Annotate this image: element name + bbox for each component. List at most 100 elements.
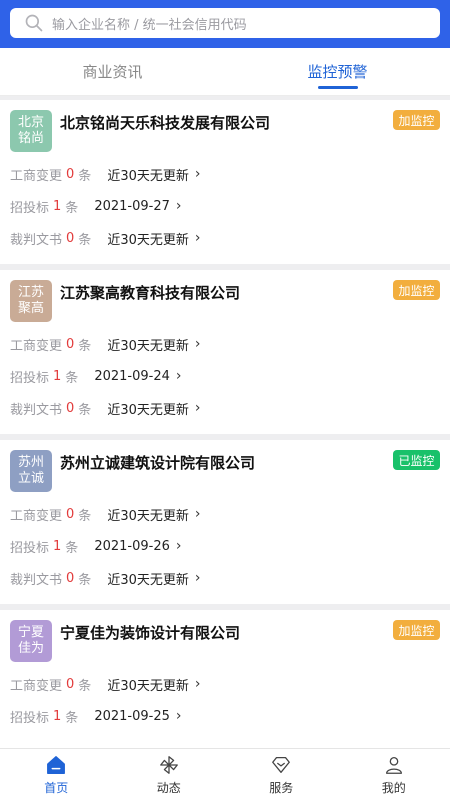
info-row-bidding[interactable]: 招投标 1 条 2021-09-24 ›	[10, 360, 440, 392]
chevron-right-icon: ›	[175, 708, 182, 724]
row-info: 近30天无更新	[107, 338, 189, 354]
top-bar: 输入企业名称 / 统一社会信用代码	[0, 0, 450, 48]
nav-feed[interactable]: 动态	[113, 749, 226, 800]
row-label: 工商变更	[10, 338, 63, 354]
row-info: 2021-09-26	[94, 538, 170, 554]
tab-monitoring[interactable]: 监控预警	[225, 48, 450, 95]
nav-mine[interactable]: 我的	[338, 749, 450, 800]
row-unit: 条	[78, 508, 92, 524]
row-unit: 条	[78, 232, 92, 248]
user-icon	[385, 756, 402, 774]
row-unit: 条	[65, 200, 79, 216]
nav-label: 服务	[269, 780, 294, 795]
row-unit: 条	[78, 168, 92, 184]
search-icon	[25, 14, 43, 32]
company-card[interactable]: 苏州立诚 苏州立诚建筑设计院有限公司 已监控 工商变更 0 条 近30天无更新 …	[0, 440, 450, 604]
company-logo: 江苏聚高	[10, 280, 52, 322]
chevron-right-icon: ›	[194, 570, 201, 586]
nav-label: 首页	[44, 780, 69, 795]
row-info: 近30天无更新	[107, 572, 189, 588]
company-logo: 北京铭尚	[10, 110, 52, 152]
info-row-business-change[interactable]: 工商变更 0 条 近30天无更新 ›	[10, 668, 440, 700]
company-name[interactable]: 苏州立诚建筑设计院有限公司	[60, 452, 255, 473]
row-count: 0	[66, 336, 75, 352]
row-count: 0	[66, 506, 75, 522]
info-row-bidding[interactable]: 招投标 1 条 2021-09-27 ›	[10, 190, 440, 222]
home-icon	[47, 755, 66, 774]
info-row-judgments[interactable]: 裁判文书 0 条 近30天无更新 ›	[10, 562, 440, 594]
info-row-business-change[interactable]: 工商变更 0 条 近30天无更新 ›	[10, 498, 440, 530]
nav-service[interactable]: 服务	[225, 749, 338, 800]
info-row-business-change[interactable]: 工商变更 0 条 近30天无更新 ›	[10, 158, 440, 190]
row-label: 工商变更	[10, 168, 63, 184]
row-info: 近30天无更新	[107, 168, 189, 184]
tab-bar: 商业资讯 监控预警	[0, 48, 450, 96]
company-name[interactable]: 江苏聚高教育科技有限公司	[60, 282, 240, 303]
diamond-icon	[272, 756, 291, 773]
company-card[interactable]: 北京铭尚 北京铭尚天乐科技发展有限公司 加监控 工商变更 0 条 近30天无更新…	[0, 100, 450, 264]
row-info: 近30天无更新	[107, 508, 189, 524]
company-name[interactable]: 北京铭尚天乐科技发展有限公司	[60, 112, 270, 133]
row-count: 0	[66, 166, 75, 182]
row-count: 0	[66, 676, 75, 692]
chevron-right-icon: ›	[194, 676, 201, 692]
company-card[interactable]: 江苏聚高 江苏聚高教育科技有限公司 加监控 工商变更 0 条 近30天无更新 ›…	[0, 270, 450, 434]
chevron-right-icon: ›	[194, 336, 201, 352]
row-label: 招投标	[10, 200, 50, 216]
row-count: 0	[66, 570, 75, 586]
search-input[interactable]: 输入企业名称 / 统一社会信用代码	[52, 14, 247, 33]
row-count: 1	[53, 708, 62, 724]
monitor-badge-button[interactable]: 加监控	[393, 280, 440, 300]
chevron-right-icon: ›	[194, 400, 201, 416]
chevron-right-icon: ›	[175, 368, 182, 384]
company-logo: 苏州立诚	[10, 450, 52, 492]
monitor-badge-button[interactable]: 已监控	[393, 450, 440, 470]
chevron-right-icon: ›	[194, 166, 201, 182]
chevron-right-icon: ›	[194, 506, 201, 522]
row-count: 1	[53, 368, 62, 384]
company-card[interactable]: 宁夏佳为 宁夏佳为装饰设计有限公司 加监控 工商变更 0 条 近30天无更新 ›…	[0, 610, 450, 748]
info-row-bidding[interactable]: 招投标 1 条 2021-09-25 ›	[10, 700, 440, 732]
row-unit: 条	[65, 370, 79, 386]
row-count: 0	[66, 230, 75, 246]
row-info: 2021-09-25	[94, 708, 170, 724]
info-row-judgments[interactable]: 裁判文书 0 条 近30天无更新 ›	[10, 222, 440, 254]
row-unit: 条	[78, 338, 92, 354]
monitor-badge-button[interactable]: 加监控	[393, 110, 440, 130]
nav-home[interactable]: 首页	[0, 749, 113, 800]
row-info: 近30天无更新	[107, 232, 189, 248]
chevron-right-icon: ›	[175, 538, 182, 554]
info-row-judgments[interactable]: 裁判文书 0 条 近30天无更新 ›	[10, 392, 440, 424]
row-unit: 条	[65, 540, 79, 556]
row-label: 工商变更	[10, 508, 63, 524]
nav-label: 我的	[381, 780, 406, 795]
tab-label: 商业资讯	[82, 63, 143, 81]
company-logo: 宁夏佳为	[10, 620, 52, 662]
row-label: 招投标	[10, 540, 50, 556]
company-name[interactable]: 宁夏佳为装饰设计有限公司	[60, 622, 240, 643]
monitor-badge-button[interactable]: 加监控	[393, 620, 440, 640]
row-info: 近30天无更新	[107, 402, 189, 418]
row-unit: 条	[65, 710, 79, 726]
info-row-bidding[interactable]: 招投标 1 条 2021-09-26 ›	[10, 530, 440, 562]
row-unit: 条	[78, 678, 92, 694]
row-label: 招投标	[10, 370, 50, 386]
row-info: 近30天无更新	[107, 678, 189, 694]
row-info: 2021-09-27	[94, 198, 170, 214]
bottom-nav: 首页 动态 服务 我的	[0, 748, 450, 800]
tab-business-news[interactable]: 商业资讯	[0, 48, 225, 95]
company-list: 北京铭尚 北京铭尚天乐科技发展有限公司 加监控 工商变更 0 条 近30天无更新…	[0, 96, 450, 748]
row-label: 裁判文书	[10, 402, 63, 418]
row-unit: 条	[78, 402, 92, 418]
row-label: 裁判文书	[10, 232, 63, 248]
pinwheel-icon	[159, 755, 178, 774]
info-row-business-change[interactable]: 工商变更 0 条 近30天无更新 ›	[10, 328, 440, 360]
row-count: 0	[66, 400, 75, 416]
row-label: 裁判文书	[10, 572, 63, 588]
row-info: 2021-09-24	[94, 368, 170, 384]
row-count: 1	[53, 198, 62, 214]
row-count: 1	[53, 538, 62, 554]
search-bar[interactable]: 输入企业名称 / 统一社会信用代码	[10, 8, 440, 38]
chevron-right-icon: ›	[194, 230, 201, 246]
chevron-right-icon: ›	[175, 198, 182, 214]
